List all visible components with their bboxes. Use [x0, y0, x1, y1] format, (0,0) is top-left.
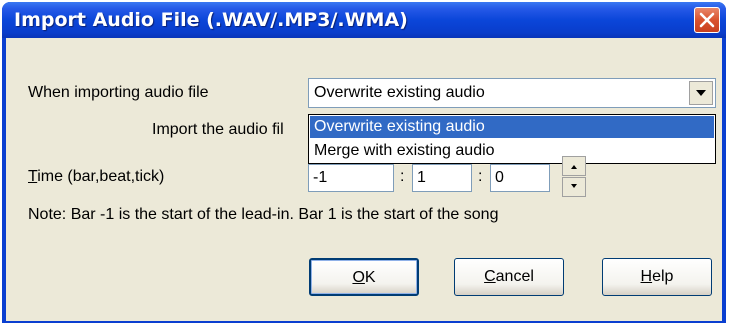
time-tick-input[interactable]: 0: [490, 164, 550, 192]
ok-label: K: [364, 269, 376, 286]
help-button[interactable]: Help: [602, 258, 712, 296]
close-x-icon: [699, 12, 715, 28]
close-button[interactable]: [694, 7, 720, 33]
cancel-mnemonic: C: [484, 268, 496, 285]
time-label: Time (bar,beat,tick): [28, 168, 164, 186]
ok-mnemonic: O: [352, 269, 365, 286]
option-overwrite[interactable]: Overwrite existing audio: [310, 116, 714, 138]
import-mode-dropdown-list: Overwrite existing audio Merge with exis…: [308, 114, 716, 164]
colon-separator: :: [400, 168, 405, 185]
spin-up-button[interactable]: [562, 156, 586, 176]
time-label-text: ime (bar,beat,tick): [37, 168, 165, 185]
help-mnemonic: H: [640, 268, 653, 285]
cancel-label: ancel: [495, 268, 534, 285]
import-mode-value: Overwrite existing audio: [314, 84, 485, 101]
dialog-body: When importing audio file Overwrite exis…: [6, 38, 722, 321]
note-text: Note: Bar -1 is the start of the lead-in…: [28, 206, 499, 223]
colon-separator: :: [478, 168, 483, 185]
time-bar-input[interactable]: -1: [308, 164, 394, 192]
import-audio-dialog: Import Audio File (.WAV/.MP3/.WMA) When …: [2, 2, 726, 323]
dropdown-arrow-button[interactable]: [689, 81, 713, 105]
time-label-mnemonic: T: [28, 168, 38, 185]
spin-down-icon: [571, 184, 577, 188]
title-bar[interactable]: Import Audio File (.WAV/.MP3/.WMA): [2, 2, 726, 38]
import-mode-select[interactable]: Overwrite existing audio: [308, 78, 716, 108]
cancel-button[interactable]: Cancel: [454, 258, 564, 296]
option-merge[interactable]: Merge with existing audio: [310, 140, 714, 162]
dialog-title: Import Audio File (.WAV/.MP3/.WMA): [14, 9, 408, 31]
spin-down-button[interactable]: [562, 177, 586, 197]
spin-up-icon: [571, 165, 577, 169]
ok-button[interactable]: OK: [309, 258, 419, 296]
import-the-audio-label: Import the audio fil: [152, 121, 284, 138]
dropdown-arrow-icon: [696, 90, 706, 96]
help-label: elp: [652, 268, 674, 285]
when-importing-label: When importing audio file: [28, 84, 209, 101]
time-beat-input[interactable]: 1: [412, 164, 472, 192]
